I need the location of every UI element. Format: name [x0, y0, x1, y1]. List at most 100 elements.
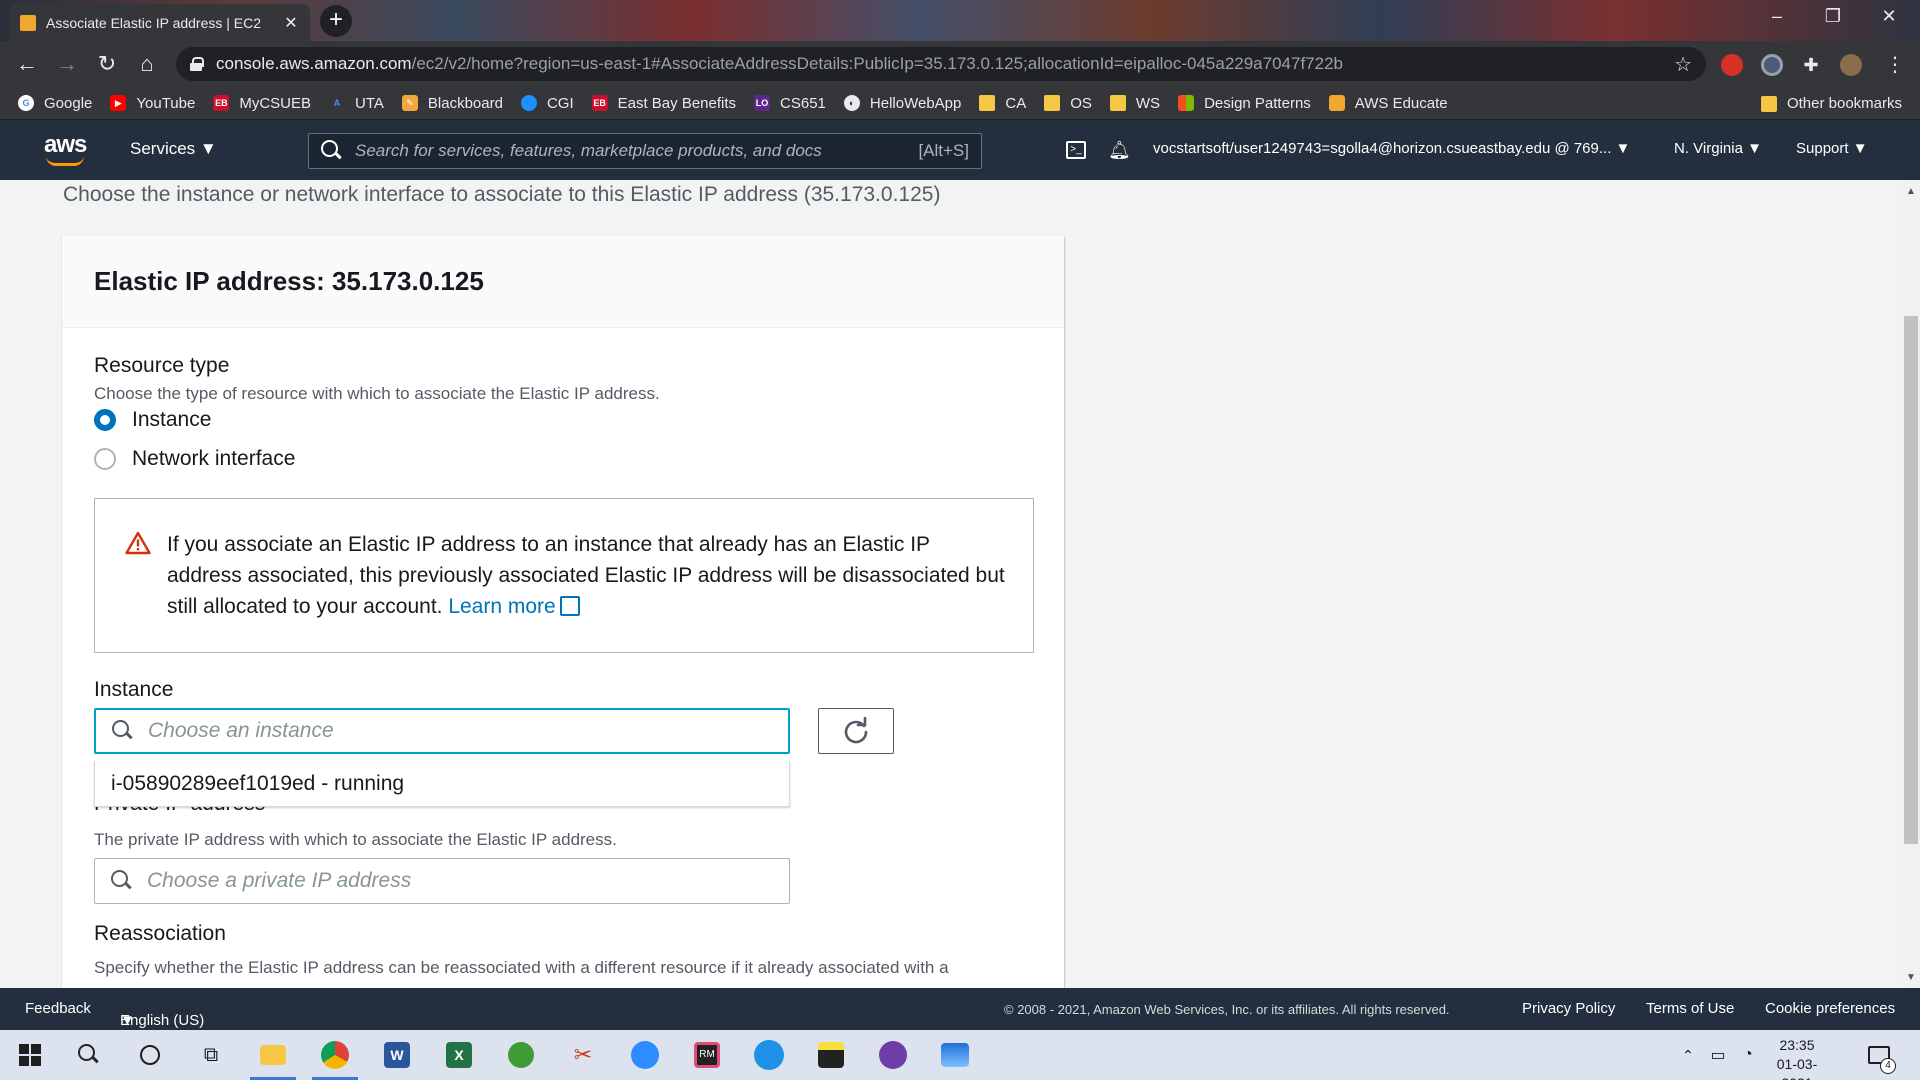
private-ip-description: The private IP address with which to ass…: [94, 830, 617, 849]
extensions-puzzle-icon[interactable]: ✚: [1800, 54, 1822, 76]
task-view-icon[interactable]: ⧉: [196, 1040, 226, 1070]
minimize-button[interactable]: –: [1762, 6, 1792, 27]
green-app-icon[interactable]: [506, 1040, 536, 1070]
folder-icon: [1044, 95, 1061, 111]
learn-more-link[interactable]: Learn more: [448, 595, 580, 618]
services-label: Services: [130, 139, 196, 158]
bookmark-label: CA: [1005, 94, 1027, 112]
bookmark-label: Google: [44, 94, 93, 112]
zoom-icon[interactable]: [630, 1040, 660, 1070]
radio-network-interface[interactable]: Network interface: [94, 447, 295, 471]
browser-tab[interactable]: Associate Elastic IP address | EC2 ✕: [10, 4, 310, 41]
bookmark-youtube[interactable]: ▶ YouTube: [110, 95, 195, 112]
snipping-tool-icon[interactable]: ✂: [568, 1040, 598, 1070]
windows-start-icon[interactable]: [15, 1040, 45, 1070]
reload-button[interactable]: ↻: [94, 51, 120, 77]
other-bookmarks-label: Other bookmarks: [1786, 95, 1902, 112]
bookmark-label: Design Patterns: [1204, 94, 1311, 112]
private-ip-input[interactable]: Choose a private IP address: [94, 858, 790, 904]
close-window-button[interactable]: ✕: [1874, 6, 1904, 27]
close-tab-icon[interactable]: ✕: [282, 13, 300, 33]
scroll-thumb[interactable]: [1904, 316, 1918, 844]
caret-down-icon: ▼: [1747, 140, 1762, 157]
rubymine-icon[interactable]: RM: [692, 1040, 722, 1070]
folder-icon: [979, 95, 996, 111]
instance-option[interactable]: i-05890289eef1019ed - running: [94, 761, 790, 807]
bookmark-folder-ws[interactable]: WS: [1109, 95, 1160, 112]
instance-search-input[interactable]: Choose an instance: [94, 708, 790, 754]
address-bar[interactable]: console.aws.amazon.com /ec2/v2/home?regi…: [176, 47, 1706, 81]
browser-toolbar: ← → ↻ ⌂ console.aws.amazon.com /ec2/v2/h…: [0, 41, 1920, 87]
warning-icon: [125, 531, 151, 555]
chevron-up-icon[interactable]: ⌃: [1673, 1040, 1703, 1070]
docker-icon[interactable]: [754, 1040, 784, 1070]
search-icon[interactable]: [74, 1040, 104, 1070]
feedback-link[interactable]: Feedback: [25, 1000, 91, 1017]
bookmark-label: CS651: [780, 94, 826, 112]
radio-instance[interactable]: Instance: [94, 408, 211, 432]
clock-date: 01-03-2021: [1776, 1056, 1818, 1080]
back-button[interactable]: ←: [14, 51, 40, 77]
battery-icon[interactable]: ▭: [1703, 1040, 1733, 1070]
aws-search-bar[interactable]: Search for services, features, marketpla…: [308, 133, 982, 169]
excel-icon[interactable]: X: [444, 1040, 474, 1070]
chrome-menu-icon[interactable]: ⋮: [1884, 54, 1906, 76]
word-icon[interactable]: W: [382, 1040, 412, 1070]
aws-logo[interactable]: aws: [44, 133, 90, 166]
forward-button[interactable]: →: [54, 51, 80, 77]
other-bookmarks[interactable]: Other bookmarks: [1760, 95, 1902, 112]
github-desktop-icon[interactable]: [878, 1040, 908, 1070]
copyright-text: © 2008 - 2021, Amazon Web Services, Inc.…: [1004, 1002, 1450, 1017]
panel-header: Elastic IP address: 35.173.0.125: [62, 236, 1064, 328]
bookmark-blackboard[interactable]: ✎ Blackboard: [401, 95, 503, 112]
support-label: Support: [1796, 140, 1849, 157]
account-menu[interactable]: vocstartsoft/user1249743=sgolla4@horizon…: [1153, 140, 1630, 157]
file-explorer-icon[interactable]: [250, 1040, 296, 1080]
bookmark-east-bay-benefits[interactable]: EB East Bay Benefits: [591, 95, 736, 112]
extension-red-icon[interactable]: [1721, 54, 1743, 76]
home-button[interactable]: ⌂: [134, 51, 160, 77]
sticky-notes-icon[interactable]: [816, 1040, 846, 1070]
refresh-button[interactable]: [818, 708, 894, 754]
bookmark-hellowebapp[interactable]: ◐ HelloWebApp: [843, 95, 961, 112]
resource-type-label: Resource type: [94, 354, 230, 377]
bookmark-mycsueb[interactable]: EB MyCSUEB: [213, 95, 311, 112]
bookmark-folder-os[interactable]: OS: [1044, 95, 1092, 112]
bookmark-star-icon[interactable]: ☆: [1674, 52, 1692, 77]
profile-avatar[interactable]: [1840, 54, 1862, 76]
bookmark-cgi[interactable]: CGI: [520, 95, 574, 112]
windows-taskbar: ⧉ W X ✂ RM ⌃ ▭ ◔ 23:35 01-03-2021 4: [0, 1030, 1920, 1080]
new-tab-button[interactable]: +: [320, 5, 352, 37]
support-menu[interactable]: Support ▼: [1796, 140, 1868, 157]
bookmark-uta[interactable]: A UTA: [329, 95, 384, 112]
wifi-icon[interactable]: ◔: [1733, 1040, 1763, 1070]
panel-title: Elastic IP address: 35.173.0.125: [94, 266, 484, 296]
cloudshell-icon[interactable]: >_: [1066, 141, 1086, 159]
bookmarks-bar: G Google ▶ YouTube EB MyCSUEB A UTA ✎ Blackbo…: [0, 87, 1920, 120]
notifications-bell-icon[interactable]: 🔔︎: [1108, 140, 1131, 161]
notifications-icon[interactable]: 4: [1864, 1040, 1896, 1074]
scroll-up-icon[interactable]: ▲: [1906, 186, 1916, 197]
system-clock[interactable]: 23:35 01-03-2021: [1762, 1036, 1832, 1080]
bookmark-google[interactable]: G Google: [18, 95, 92, 112]
bookmark-aws-educate[interactable]: AWS Educate: [1328, 95, 1448, 112]
restore-button[interactable]: ❐: [1818, 6, 1848, 27]
extension-circle-icon[interactable]: [1761, 54, 1783, 76]
scroll-down-icon[interactable]: ▼: [1906, 972, 1916, 983]
region-menu[interactable]: N. Virginia ▼: [1674, 140, 1762, 157]
bookmark-design-patterns[interactable]: Design Patterns: [1178, 95, 1311, 112]
folder-icon: [1109, 95, 1126, 111]
notification-count: 4: [1880, 1058, 1896, 1074]
cookie-preferences-link[interactable]: Cookie preferences: [1765, 1000, 1895, 1017]
cortana-icon[interactable]: [135, 1040, 165, 1070]
bookmark-folder-ca[interactable]: CA: [979, 95, 1026, 112]
privacy-policy-link[interactable]: Privacy Policy: [1522, 1000, 1615, 1017]
bookmark-cs651[interactable]: LO CS651: [754, 95, 826, 112]
page-scrollbar[interactable]: ▲ ▼: [1902, 180, 1920, 988]
services-menu[interactable]: Services ▼: [130, 139, 217, 159]
chrome-icon[interactable]: [312, 1040, 358, 1080]
terms-of-use-link[interactable]: Terms of Use: [1646, 1000, 1734, 1017]
search-placeholder: Search for services, features, marketpla…: [355, 141, 822, 160]
clock-time: 23:35: [1779, 1037, 1815, 1053]
photos-icon[interactable]: [940, 1040, 970, 1070]
